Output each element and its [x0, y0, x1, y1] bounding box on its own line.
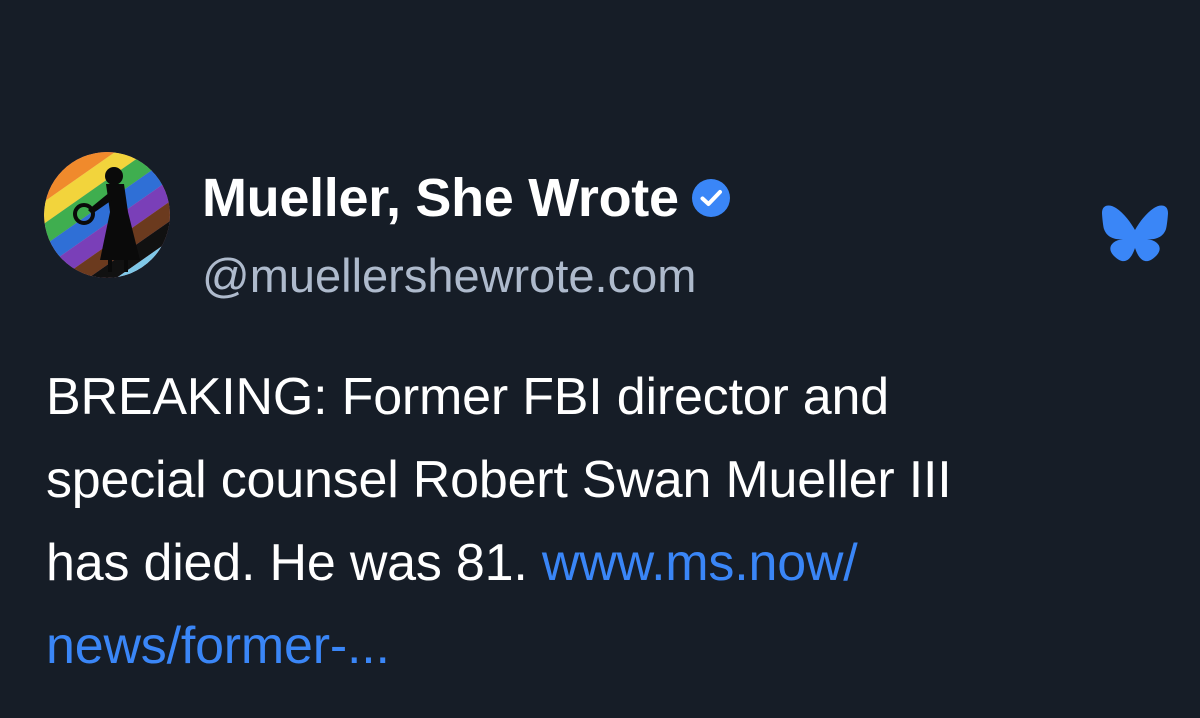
- post-card: Mueller, She Wrote @muellershewrote.com …: [0, 0, 1200, 718]
- author-avatar[interactable]: [44, 152, 170, 278]
- author-name-row: Mueller, She Wrote: [202, 166, 731, 230]
- post-text-line-1: BREAKING: Former FBI director and: [46, 368, 889, 426]
- post-link-part-2[interactable]: news/former-...: [46, 617, 390, 675]
- post-link-part-1[interactable]: www.ms.now/: [542, 534, 858, 592]
- author-display-name[interactable]: Mueller, She Wrote: [202, 166, 679, 230]
- author-handle[interactable]: @muellershewrote.com: [202, 246, 696, 306]
- avatar-image: [44, 152, 170, 278]
- bluesky-butterfly-icon[interactable]: [1102, 204, 1168, 264]
- post-text-line-3: has died. He was 81.: [46, 534, 542, 592]
- verified-check-icon: [691, 178, 731, 218]
- post-text-line-2: special counsel Robert Swan Mueller III: [46, 451, 952, 509]
- post-body: BREAKING: Former FBI director and specia…: [46, 356, 1176, 688]
